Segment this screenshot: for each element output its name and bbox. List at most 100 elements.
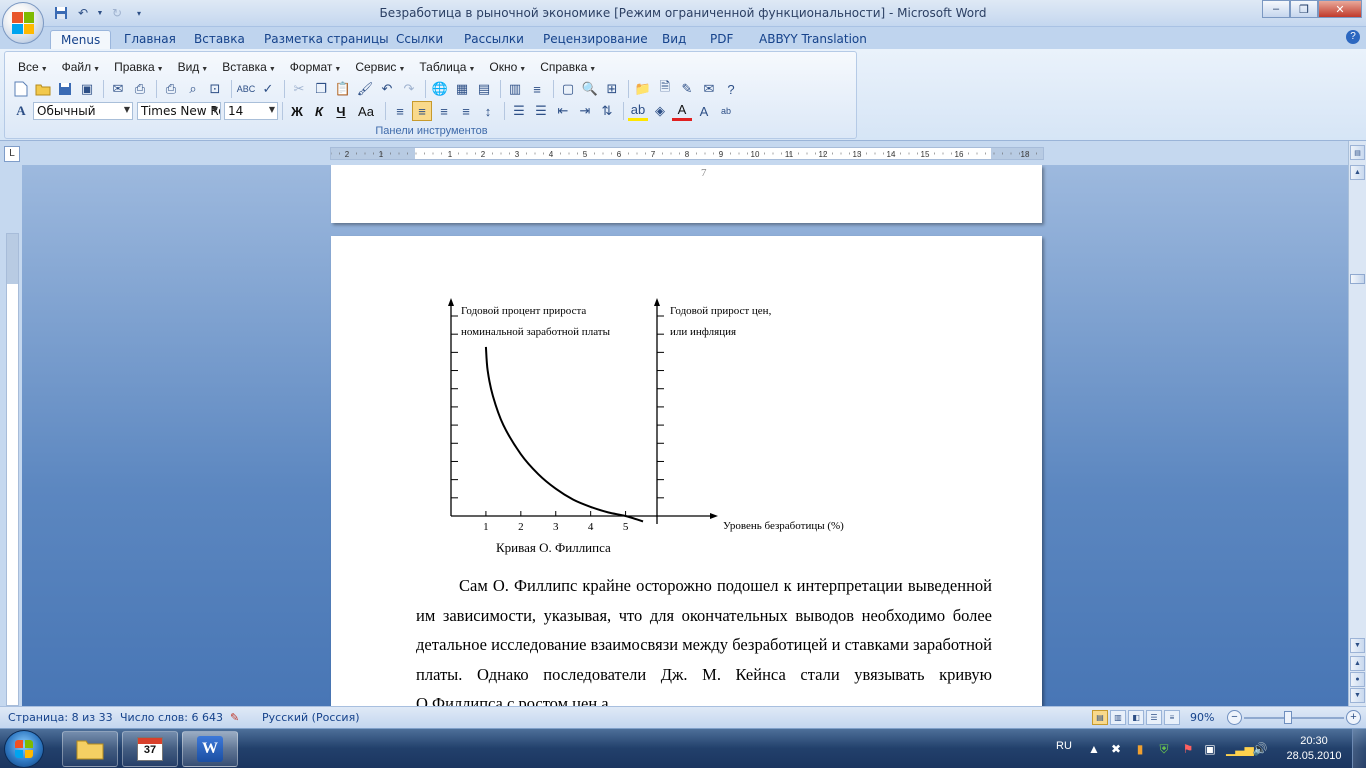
vertical-ruler[interactable] [0, 165, 22, 706]
menu-format[interactable]: Формат ▼ [283, 59, 349, 75]
taskbar-calendar-app[interactable]: 37 [122, 731, 178, 767]
font-size-select[interactable]: 14 ▼ [224, 102, 278, 120]
input-language[interactable]: RU [1056, 740, 1072, 752]
menu-help[interactable]: Справка ▼ [533, 59, 603, 75]
tab-menus[interactable]: Menus [50, 30, 112, 49]
menu-window[interactable]: Окно ▼ [482, 59, 533, 75]
tray-device-icon[interactable]: ▣ [1202, 741, 1218, 757]
table-icon[interactable]: ▦ [452, 79, 472, 99]
email-icon[interactable]: ✉ [108, 79, 128, 99]
minimize-button[interactable]: – [1262, 0, 1290, 18]
scroll-up-button[interactable]: ▲ [1350, 165, 1365, 180]
previous-page-button[interactable]: ▲ [1350, 656, 1365, 671]
volume-icon[interactable]: 🔊 [1252, 741, 1268, 757]
tab-selector[interactable]: L [4, 146, 20, 162]
thesaurus-icon[interactable]: ✓ [258, 79, 278, 99]
action-center-icon[interactable]: ⚑ [1180, 741, 1196, 757]
menu-view[interactable]: Вид ▼ [171, 59, 216, 75]
fullscreen-icon[interactable]: ⊞ [602, 79, 622, 99]
justify-icon[interactable]: ≡ [412, 101, 432, 121]
menu-all[interactable]: Все ▼ [11, 59, 55, 75]
show-desktop-button[interactable] [1352, 729, 1366, 768]
tab-pdf[interactable]: PDF [700, 30, 743, 49]
tab-review[interactable]: Рецензирование [533, 30, 658, 49]
tab-abbyy-translation[interactable]: ABBYY Translation [749, 30, 877, 49]
zoom-level[interactable]: 90% [1190, 711, 1214, 724]
character-spacing-icon[interactable]: ab [716, 101, 736, 121]
web-layout-view-button[interactable]: ◧ [1128, 710, 1144, 725]
current-page[interactable]: 1 2 3 4 5 Годовой процент прироста номинальн… [331, 236, 1042, 706]
print-icon[interactable]: ⎙ [130, 79, 150, 99]
align-right-icon[interactable]: ≡ [456, 101, 476, 121]
help-circle-icon[interactable]: ? [721, 79, 741, 99]
zoom-icon[interactable]: 🔍 [580, 79, 600, 99]
folder-icon[interactable]: 📁 [633, 79, 653, 99]
menu-table[interactable]: Таблица ▼ [412, 59, 482, 75]
sort-icon[interactable]: ⇅ [597, 101, 617, 121]
font-color-icon[interactable]: A [672, 101, 692, 121]
paste-icon[interactable]: 📋 [333, 79, 353, 99]
start-button[interactable] [4, 730, 44, 768]
save-icon[interactable] [55, 79, 75, 99]
new-document-icon[interactable] [11, 79, 31, 99]
insert-table-icon[interactable]: ▤ [474, 79, 494, 99]
redo-icon[interactable]: ↷ [399, 79, 419, 99]
align-left-icon[interactable]: ≡ [390, 101, 410, 121]
tab-references[interactable]: Ссылки [386, 30, 453, 49]
network-icon[interactable]: ▁▃▅ [1226, 741, 1254, 757]
select-browse-object-button[interactable]: ● [1350, 672, 1365, 687]
permission-icon[interactable]: ▣ [77, 79, 97, 99]
tray-app-icon[interactable]: ✖ [1108, 741, 1124, 757]
ruler-toggle-icon[interactable]: ▤ [1350, 145, 1365, 160]
hyperlink-icon[interactable]: 🌐 [430, 79, 450, 99]
help-icon[interactable]: ? [1346, 30, 1360, 44]
align-center-icon[interactable]: ≡ [434, 101, 454, 121]
zoom-page-icon[interactable]: ⊡ [205, 79, 225, 99]
spelling-check-icon[interactable]: ✎ [230, 711, 239, 724]
numbering-icon[interactable]: ☰ [509, 101, 529, 121]
highlight-color-icon[interactable]: ab [628, 101, 648, 121]
menu-edit[interactable]: Правка ▼ [107, 59, 170, 75]
menu-file[interactable]: Файл ▼ [55, 59, 107, 75]
outline-view-button[interactable]: ☰ [1146, 710, 1162, 725]
tab-home[interactable]: Главная [114, 30, 186, 49]
font-effects-icon[interactable]: A [694, 101, 714, 121]
full-screen-reading-view-button[interactable]: ▥ [1110, 710, 1126, 725]
decrease-indent-icon[interactable]: ⇤ [553, 101, 573, 121]
bullets-icon[interactable]: ☰ [531, 101, 551, 121]
document-icon[interactable]: 🗎 [655, 79, 675, 99]
vertical-scrollbar[interactable]: ▤ ▲ ▼ ▲ ● ▼ [1348, 141, 1366, 706]
cut-icon[interactable]: ✂ [289, 79, 309, 99]
print-layout-view-button[interactable]: ▤ [1092, 710, 1108, 725]
language-status[interactable]: Русский (Россия) [262, 711, 360, 724]
clock[interactable]: 20:30 28.05.2010 [1286, 734, 1342, 764]
tab-mailings[interactable]: Рассылки [454, 30, 534, 49]
zoom-slider-thumb[interactable] [1284, 711, 1293, 724]
taskbar-explorer[interactable] [62, 731, 118, 767]
bold-button[interactable]: Ж [287, 101, 307, 121]
maximize-button[interactable]: ❐ [1290, 0, 1318, 18]
body-text[interactable]: Сам О. Филлипс крайне осторожно подошел … [416, 571, 992, 706]
print-preview-icon[interactable]: ⎙ [161, 79, 181, 99]
columns-icon[interactable]: ▥ [505, 79, 525, 99]
tray-shield-icon[interactable]: ⛨ [1156, 741, 1172, 757]
draft-view-button[interactable]: ≡ [1164, 710, 1180, 725]
close-button[interactable]: ✕ [1318, 0, 1362, 18]
style-select[interactable]: Обычный ▼ [33, 102, 133, 120]
undo-icon[interactable]: ↶ [377, 79, 397, 99]
zoom-slider-track[interactable] [1244, 717, 1344, 719]
horizontal-ruler[interactable]: 211234567891011121314151618 [330, 147, 1044, 160]
styles-icon[interactable]: A [11, 101, 31, 121]
spelling-icon[interactable]: ABC [236, 79, 256, 99]
open-folder-icon[interactable] [33, 79, 53, 99]
tray-book-icon[interactable]: ▮ [1132, 741, 1148, 757]
previous-page[interactable]: 7 [331, 165, 1042, 223]
envelope-icon[interactable]: ✉ [699, 79, 719, 99]
copy-icon[interactable]: ❐ [311, 79, 331, 99]
zoom-out-button[interactable]: − [1227, 710, 1242, 725]
tab-page-layout[interactable]: Разметка страницы [254, 30, 399, 49]
increase-indent-icon[interactable]: ⇥ [575, 101, 595, 121]
zoom-in-button[interactable]: + [1346, 710, 1361, 725]
scroll-thumb[interactable] [1350, 274, 1365, 284]
tab-insert[interactable]: Вставка [184, 30, 255, 49]
